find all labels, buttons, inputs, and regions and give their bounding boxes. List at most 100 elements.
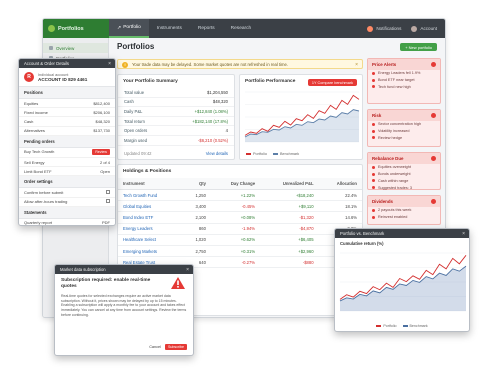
table-row[interactable]: Emerging Markets2,750+0.31%+$2,9607.2% xyxy=(118,245,362,258)
day-change-cell: +0.08% xyxy=(210,211,261,224)
col-allocation[interactable]: Allocation xyxy=(318,178,362,190)
doc-section-title: Pending orders xyxy=(19,135,115,148)
new-portfolio-button[interactable]: + New portfolio xyxy=(400,43,437,51)
summary-key: Margin used xyxy=(124,137,148,143)
alert-dot-icon xyxy=(431,199,436,204)
compare-benchmark-button[interactable]: 1Y Compare benchmark xyxy=(307,79,357,86)
day-change-cell: -0.45% xyxy=(210,200,261,213)
comparison-chart xyxy=(339,252,467,312)
qty-cell: 2,750 xyxy=(181,245,211,258)
summary-key: Total value xyxy=(124,89,145,95)
page-title: Portfolios xyxy=(117,42,155,51)
qty-cell: 3,400 xyxy=(181,200,211,213)
day-change-cell: +0.62% xyxy=(210,234,261,246)
instrument-name[interactable]: Bond Index ETF xyxy=(118,211,182,224)
col-day-change[interactable]: Day Change xyxy=(210,178,261,190)
subscription-dialog: Market data subscription × Subscription … xyxy=(54,264,194,356)
summary-value: 4 xyxy=(225,128,228,134)
doc-row-value[interactable]: PDF xyxy=(102,220,110,225)
legend-swatch xyxy=(246,153,251,155)
instrument-name[interactable]: Global Equities xyxy=(118,200,182,213)
instrument-name[interactable]: Energy Leaders xyxy=(118,223,182,235)
window-title-bar: Account & Order Details × xyxy=(19,59,115,68)
alert-title: Rebalance Due xyxy=(372,156,404,161)
notifications-button[interactable]: Notifications xyxy=(367,25,401,32)
doc-row-label: Confirm before submit xyxy=(24,189,64,195)
dialog-message: Real-time quotes for selected exchanges … xyxy=(61,293,187,317)
summary-card: Your Portfolio Summary Total value $1,204… xyxy=(117,74,235,160)
bullet-icon xyxy=(372,215,375,219)
series-area-benchmark xyxy=(340,266,466,311)
alert-line: Volatility increased xyxy=(368,128,440,135)
close-icon[interactable]: × xyxy=(355,62,358,68)
col-unrealized[interactable]: Unrealized P&L xyxy=(260,178,319,190)
view-details-link[interactable]: View details xyxy=(206,151,228,156)
close-icon[interactable]: × xyxy=(108,61,111,67)
alert-card[interactable]: Rebalance Due Equities overweight Bonds un… xyxy=(367,152,441,190)
summary-key: Cash xyxy=(124,99,134,105)
alert-text: Volatility increased xyxy=(378,129,410,134)
doc-row-value: $137,730 xyxy=(93,128,110,134)
alert-line: Bonds underweight xyxy=(368,171,440,178)
subscribe-button[interactable]: Subscribe xyxy=(165,344,187,350)
table-row[interactable]: Healthcare Select1,020+0.62%+$6,4058.7% xyxy=(118,234,362,246)
nav-reports[interactable]: Reports xyxy=(190,19,223,38)
doc-row-label: Fixed income xyxy=(24,109,48,115)
col-qty[interactable]: Qty xyxy=(181,178,211,190)
nav-label: Instruments xyxy=(156,26,182,31)
table-row[interactable]: Bond Index ETF 2,100 +0.08% -$1,320 14.6% xyxy=(118,211,362,224)
instrument-name[interactable]: Emerging Markets xyxy=(118,245,182,258)
performance-chart xyxy=(244,91,360,143)
alert-text: Cash within range xyxy=(378,178,409,183)
cancel-button[interactable]: Cancel xyxy=(149,345,161,349)
comparison-chart-window: Portfolio vs. Benchmark × Cumulative ret… xyxy=(334,228,470,332)
close-icon[interactable]: × xyxy=(462,231,465,237)
account-button[interactable]: Account xyxy=(411,25,437,32)
alert-title-bar: Risk xyxy=(368,110,440,121)
nav-portfolio[interactable]: ↗ Portfolio xyxy=(109,19,149,38)
table-row[interactable]: Tech Growth Fund 1,250 +1.22% +$18,240 22.4% xyxy=(118,189,362,202)
alert-card[interactable]: Price Alerts Energy Leaders fell 1.9% Bond… xyxy=(367,58,441,104)
nav-research[interactable]: Research xyxy=(223,19,260,38)
alert-title-bar: Price Alerts xyxy=(368,59,440,70)
doc-row: Sell Energy 2 of 4 xyxy=(19,158,115,168)
setting-checkbox[interactable] xyxy=(106,199,110,204)
alert-title: Price Alerts xyxy=(372,62,397,67)
alert-card[interactable]: Dividends 2 payouts this week Reinvest ena… xyxy=(367,195,441,225)
instrument-name[interactable]: Tech Growth Fund xyxy=(118,189,182,202)
summary-key: Total return xyxy=(124,118,145,124)
instrument-name[interactable]: Healthcare Select xyxy=(118,234,182,246)
bullet-icon xyxy=(372,208,375,212)
summary-row: Open orders 4 xyxy=(118,126,234,136)
alert-card[interactable]: Risk Sector concentration high Volatility … xyxy=(367,109,441,147)
nav-instruments[interactable]: Instruments xyxy=(149,19,190,38)
chart-title-bar: Portfolio vs. Benchmark × xyxy=(335,229,469,238)
bullet-icon xyxy=(372,172,375,176)
doc-row-label: Limit Bond ETF xyxy=(24,168,52,174)
brand-name: Portfolios xyxy=(58,25,84,32)
review-button[interactable]: Review xyxy=(92,149,110,156)
brand[interactable]: Portfolios xyxy=(43,19,109,38)
setting-checkbox[interactable] xyxy=(106,189,110,194)
alert-title: Dividends xyxy=(372,199,393,204)
bullet-icon xyxy=(372,165,375,169)
account-badge: R xyxy=(24,72,34,82)
main-nav: ↗ Portfolio Instruments Reports Research xyxy=(109,19,259,38)
alert-line: Reinvest enabled xyxy=(368,214,440,221)
dialog-actions: Cancel Subscribe xyxy=(149,344,187,350)
sidebar-item-overview[interactable]: Overview xyxy=(43,43,108,53)
alert-line: Energy Leaders fell 1.9% xyxy=(368,70,440,77)
legend-benchmark: Benchmark xyxy=(402,324,428,328)
bullet-icon xyxy=(372,85,375,89)
alert-text: Equities overweight xyxy=(378,165,411,170)
close-icon[interactable]: × xyxy=(186,267,189,273)
table-row[interactable]: Global Equities 3,400 -0.45% +$9,110 18.1% xyxy=(118,200,362,213)
doc-row-value: $206,100 xyxy=(93,109,110,115)
doc-row-label: Buy Tech Growth xyxy=(24,149,55,155)
col-instrument[interactable]: Instrument xyxy=(118,178,182,190)
alert-line: Cash within range xyxy=(368,178,440,185)
table-row[interactable]: Energy Leaders860-1.94%-$4,8709.8% xyxy=(118,223,362,235)
bullet-icon xyxy=(372,186,375,190)
alert-dot-icon xyxy=(431,156,436,161)
sidebar-item-label: Overview xyxy=(56,45,75,51)
